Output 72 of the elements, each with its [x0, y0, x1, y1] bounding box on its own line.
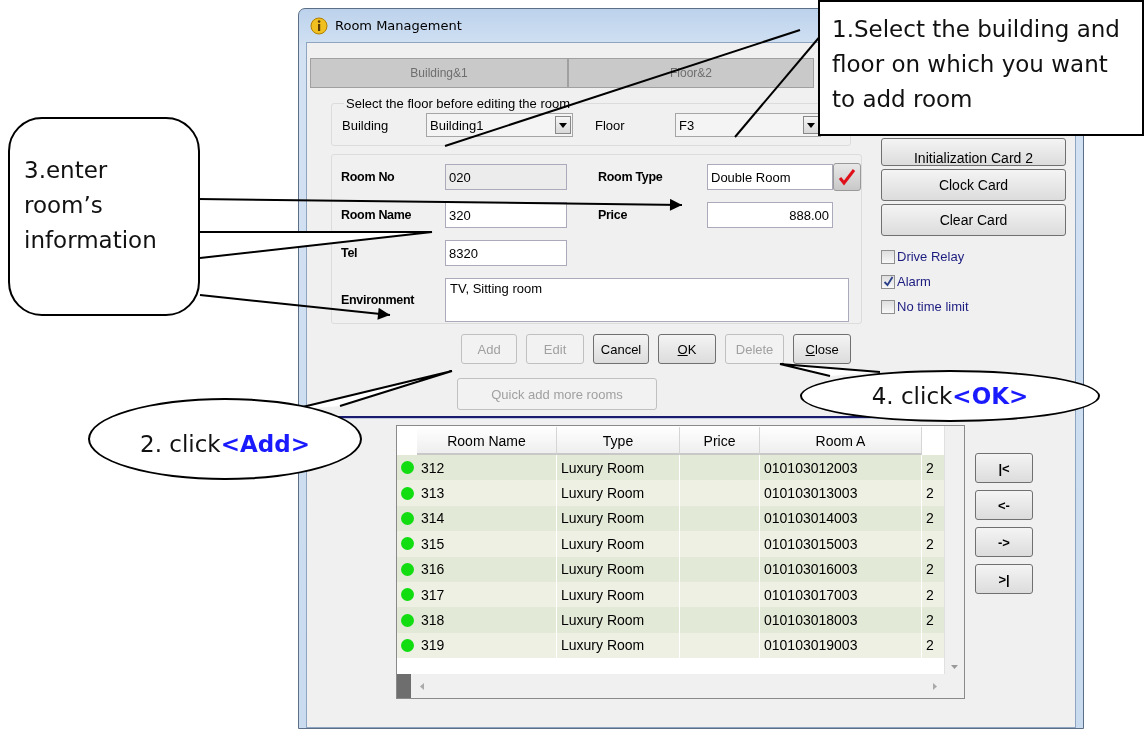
field-label: Room Name [341, 208, 412, 222]
room-number-field[interactable]: 020 [445, 164, 567, 190]
table-cell: 010103016003 [760, 556, 922, 582]
table-row[interactable]: 315 Luxury Room 010103015003 2 [397, 531, 944, 557]
field-label: Tel [341, 246, 358, 260]
checkbox[interactable] [881, 299, 895, 314]
horizontal-scrollbar[interactable] [397, 674, 944, 698]
table-row[interactable]: 316 Luxury Room 010103016003 2 [397, 556, 944, 582]
column-header[interactable]: Price [680, 427, 760, 455]
group-title: Select the floor before editing the room [345, 96, 572, 111]
checkbox-label[interactable]: Alarm [897, 274, 931, 289]
building-dropdown[interactable]: Building1 [426, 113, 573, 137]
table-cell: Luxury Room [557, 607, 680, 633]
checkmark-icon [838, 168, 856, 186]
field-label: Room No [341, 170, 395, 184]
table-cell: Luxury Room [557, 556, 680, 582]
action-button[interactable]: Close [793, 334, 851, 364]
table-row[interactable]: 317 Luxury Room 010103017003 2 [397, 581, 944, 608]
table-cell: 010103015003 [760, 531, 922, 557]
checkbox-label[interactable]: No time limit [897, 299, 969, 314]
table-row[interactable]: 312 Luxury Room 010103012003 2 [397, 455, 944, 481]
annotation-bubble: 3.enter room’s information [8, 117, 200, 316]
table-cell: 315 [417, 531, 557, 557]
navigation-button[interactable]: >| [975, 564, 1033, 594]
price-field[interactable]: 888.00 [707, 202, 833, 228]
field-label: Floor [595, 117, 626, 133]
table-cell: Luxury Room [557, 531, 680, 557]
table-cell: Luxury Room [557, 480, 680, 506]
floor-dropdown[interactable]: F3 [675, 113, 821, 137]
room-type-picker-button[interactable] [833, 163, 861, 191]
navigation-button[interactable]: |< [975, 453, 1033, 483]
scroll-left-arrow-icon[interactable] [419, 681, 425, 691]
table-cell: 010103013003 [760, 480, 922, 506]
scrollbar-thumb[interactable] [397, 674, 411, 698]
info-icon [310, 16, 328, 35]
column-header[interactable]: Type [557, 427, 680, 455]
table-row[interactable]: 319 Luxury Room 010103019003 2 [397, 632, 944, 659]
action-button[interactable]: OK [658, 334, 716, 364]
table-cell: Luxury Room [557, 632, 680, 659]
table-cell: 010103019003 [760, 632, 922, 659]
column-header[interactable]: Room Name [417, 427, 557, 455]
phone-field[interactable]: 8320 [445, 240, 567, 266]
field-label: Room Type [598, 170, 663, 184]
checkbox[interactable] [881, 274, 895, 289]
field-label: Building [342, 117, 390, 133]
card-button[interactable]: Clear Card [881, 204, 1066, 236]
table-cell: 313 [417, 480, 557, 506]
table-row[interactable]: 318 Luxury Room 010103018003 2 [397, 607, 944, 633]
checkbox[interactable] [881, 249, 895, 264]
navigation-button[interactable]: <- [975, 490, 1033, 520]
column-header[interactable]: Room A [760, 427, 922, 455]
room-name-field[interactable]: 320 [445, 202, 567, 228]
annotation-box: 1.Select the building and floor on which you want to add room [818, 0, 1144, 136]
card-button[interactable]: Clock Card [881, 169, 1066, 201]
checkbox-label[interactable]: Drive Relay [897, 249, 965, 264]
table-row[interactable]: 314 Luxury Room 010103014003 2 [397, 505, 944, 532]
field-label: Price [598, 208, 628, 222]
vertical-scrollbar[interactable] [944, 426, 964, 674]
room-type-field[interactable]: Double Room [707, 164, 833, 190]
field-label: Environment [341, 293, 415, 307]
card-button[interactable]: Initialization Card 2 [881, 138, 1066, 166]
table-cell: 319 [417, 632, 557, 659]
table-cell: 010103018003 [760, 607, 922, 633]
window-title: Room Management [335, 18, 462, 33]
scroll-down-arrow-icon[interactable] [950, 664, 959, 670]
navigation-button[interactable]: -> [975, 527, 1033, 557]
scroll-right-arrow-icon[interactable] [932, 681, 938, 691]
environment-field[interactable]: TV, Sitting room [445, 278, 849, 322]
table-cell: 318 [417, 607, 557, 633]
action-button[interactable]: Cancel [592, 334, 650, 364]
table-cell: 316 [417, 556, 557, 582]
table-row[interactable]: 313 Luxury Room 010103013003 2 [397, 480, 944, 506]
